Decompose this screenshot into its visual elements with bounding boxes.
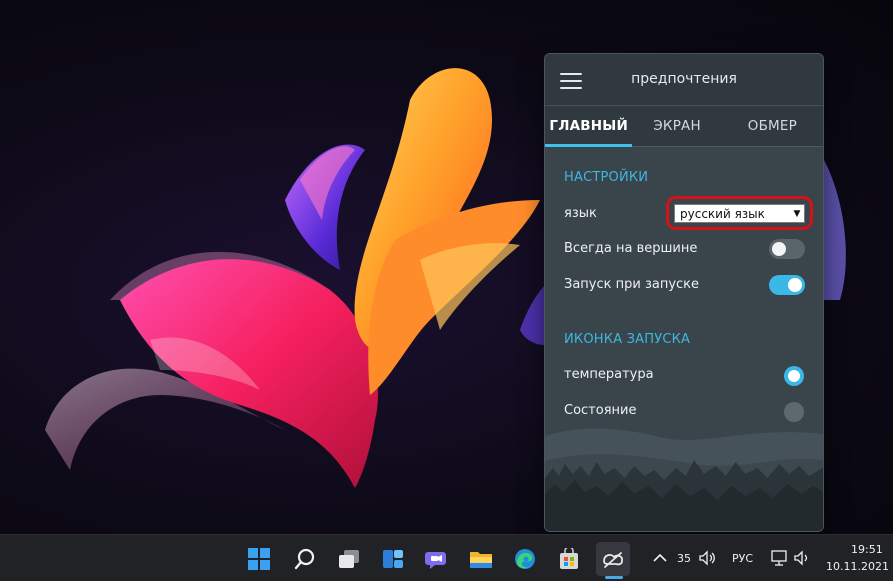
- preferences-window: предпочтения ГЛАВНЫЙ ЭКРАН ОБМЕР НАСТРОЙ…: [544, 53, 824, 532]
- language-label: язык: [564, 206, 597, 221]
- active-app-indicator: [605, 576, 623, 579]
- temperature-value[interactable]: 35: [677, 552, 691, 565]
- windows-start-icon[interactable]: [242, 542, 276, 576]
- tab-screen[interactable]: ЭКРАН: [632, 106, 721, 146]
- clock-date[interactable]: 10.11.2021: [826, 560, 889, 573]
- store-icon[interactable]: [552, 542, 586, 576]
- taskbar: 35 РУС 19:51 10.11.2021: [0, 534, 893, 581]
- settings-section-title: НАСТРОЙКИ: [564, 170, 649, 185]
- window-title: предпочтения: [631, 71, 737, 87]
- mountain-forest-illustration: [545, 428, 823, 531]
- language-select-value: русский язык: [680, 206, 765, 221]
- always-on-top-toggle[interactable]: [769, 239, 805, 259]
- volume-icon[interactable]: [697, 548, 717, 568]
- language-select[interactable]: русский язык ▼: [674, 204, 805, 223]
- tab-main[interactable]: ГЛАВНЫЙ: [545, 106, 633, 147]
- launch-at-startup-label: Запуск при запуске: [564, 277, 700, 292]
- search-icon[interactable]: [288, 542, 322, 576]
- toggle-knob: [772, 242, 786, 256]
- tab-measure[interactable]: ОБМЕР: [722, 106, 823, 146]
- app-tray-icon[interactable]: [596, 542, 630, 576]
- chat-icon[interactable]: [420, 542, 454, 576]
- input-language[interactable]: РУС: [732, 552, 753, 565]
- launch-at-startup-toggle[interactable]: [769, 275, 805, 295]
- always-on-top-label: Всегда на вершине: [564, 241, 698, 256]
- temperature-radio[interactable]: [784, 366, 804, 386]
- file-explorer-icon[interactable]: [464, 542, 498, 576]
- network-icon[interactable]: [770, 548, 790, 568]
- toggle-knob: [788, 278, 802, 292]
- speaker-icon[interactable]: [792, 548, 812, 568]
- temperature-option-label: температура: [564, 367, 654, 382]
- launch-icon-section-title: ИКОНКА ЗАПУСКА: [564, 332, 691, 347]
- edge-icon[interactable]: [508, 542, 542, 576]
- tab-bar: ГЛАВНЫЙ ЭКРАН ОБМЕР: [545, 106, 823, 147]
- app-header: предпочтения: [545, 54, 823, 106]
- task-view-icon[interactable]: [332, 542, 366, 576]
- clock-time[interactable]: 19:51: [851, 543, 883, 556]
- widgets-icon[interactable]: [376, 542, 410, 576]
- dropdown-arrow-icon: ▼: [793, 208, 801, 219]
- chevron-up-icon[interactable]: [650, 548, 670, 568]
- hamburger-menu-icon[interactable]: [560, 73, 582, 89]
